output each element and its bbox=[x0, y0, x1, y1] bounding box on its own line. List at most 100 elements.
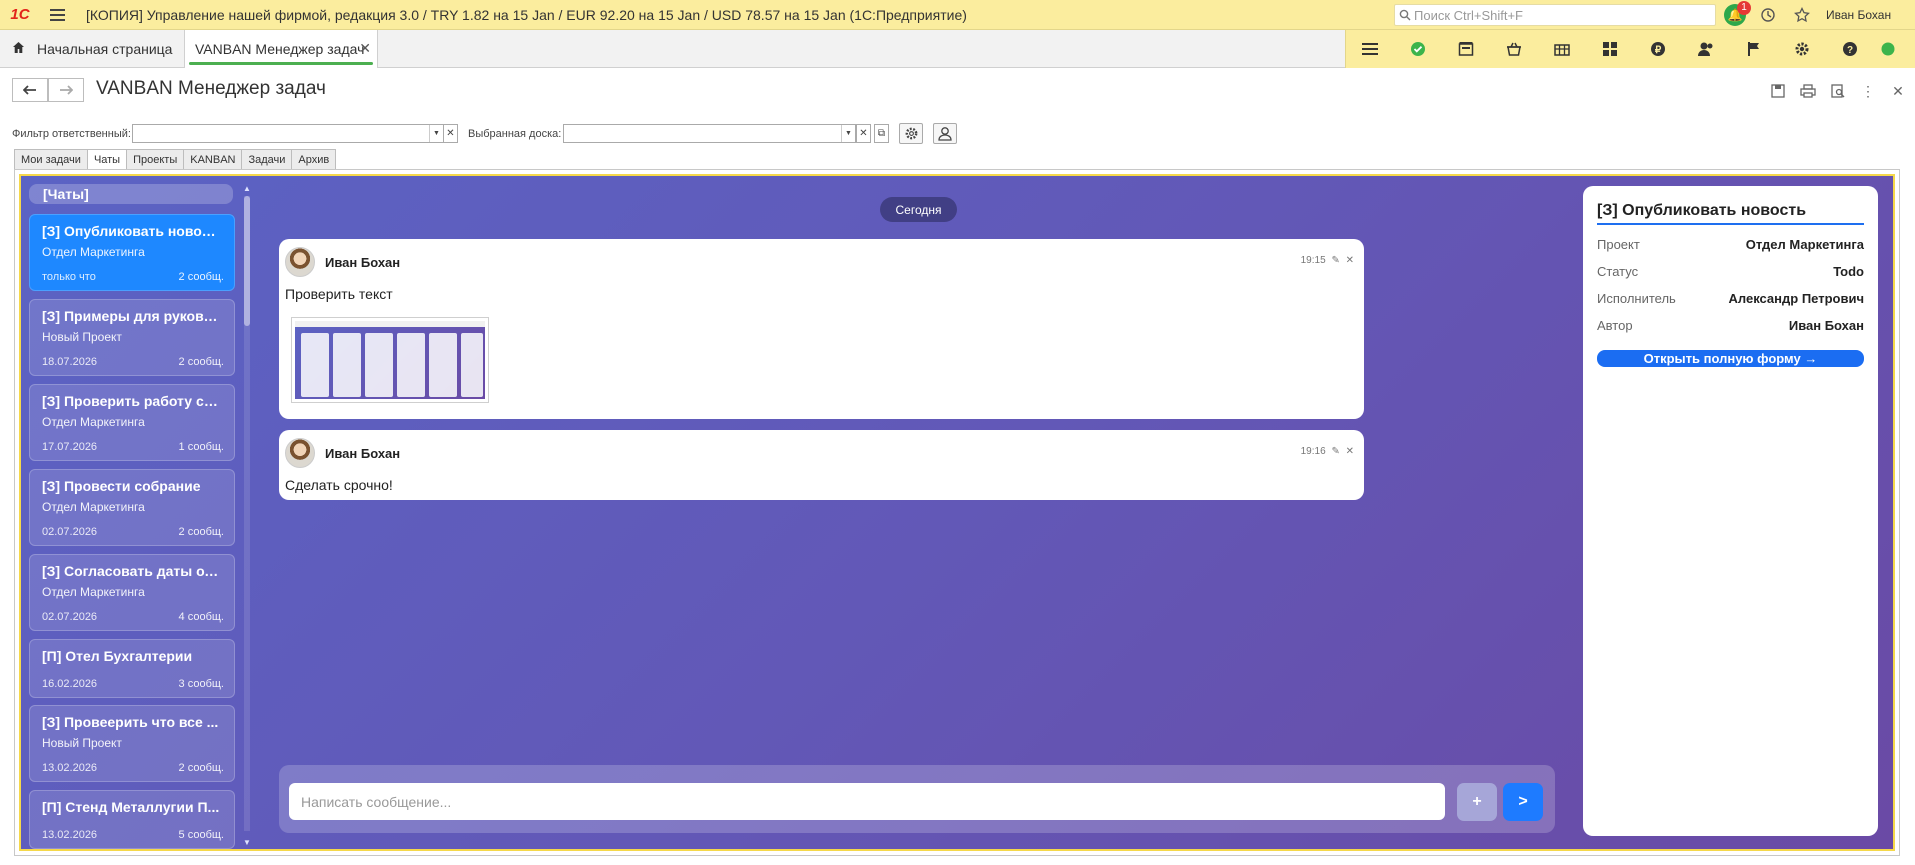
chat-list-item[interactable]: [З] Проверить работу са... Отдел Маркети… bbox=[29, 384, 235, 461]
scrollbar-thumb[interactable] bbox=[244, 196, 250, 326]
open-board-icon[interactable]: ⧉ bbox=[874, 124, 889, 143]
chat-list-item[interactable]: [З] Согласовать даты отп... Отдел Маркет… bbox=[29, 554, 235, 631]
edit-icon[interactable]: ✎ bbox=[1331, 446, 1339, 457]
detail-value: Отдел Маркетинга bbox=[1745, 237, 1864, 252]
close-form-icon[interactable]: ✕ bbox=[1887, 80, 1909, 102]
settings-icon[interactable] bbox=[1778, 30, 1826, 68]
board-settings-button[interactable] bbox=[899, 123, 923, 144]
app-logo: 1C bbox=[10, 6, 30, 23]
chat-item-project: Отдел Маркетинга bbox=[42, 245, 145, 259]
message-time: 19:15 bbox=[1300, 255, 1326, 266]
filter-responsible-field[interactable]: ▼ bbox=[132, 124, 444, 143]
chat-item-date: 17.07.2026 bbox=[42, 441, 98, 453]
delete-icon[interactable]: ✕ bbox=[1346, 446, 1354, 457]
chat-item-date: 02.07.2026 bbox=[42, 611, 98, 623]
day-separator: Сегодня bbox=[880, 197, 957, 222]
message-meta: 19:15 ✎ ✕ bbox=[1301, 255, 1354, 266]
users-icon bbox=[938, 127, 952, 141]
chat-list-item[interactable]: [З] Провеерить что все ... Новый Проект … bbox=[29, 705, 235, 782]
avatar bbox=[285, 247, 315, 277]
message-input[interactable] bbox=[289, 783, 1445, 820]
tab-chats[interactable]: Чаты bbox=[86, 149, 128, 170]
preview-icon[interactable] bbox=[1827, 80, 1849, 102]
staff-icon[interactable] bbox=[1682, 30, 1730, 68]
notifications-button[interactable]: 🔔 1 bbox=[1723, 1, 1751, 26]
tab-tasks[interactable]: Задачи bbox=[241, 149, 293, 169]
message-text: Проверить текст bbox=[285, 286, 393, 302]
task-details-panel: [З] Опубликовать новость Проект Отдел Ма… bbox=[1583, 186, 1878, 836]
message-author: Иван Бохан bbox=[325, 255, 401, 270]
favorites-icon[interactable] bbox=[1790, 4, 1814, 26]
detail-key: Проект bbox=[1597, 237, 1640, 252]
clear-board-icon[interactable]: ✕ bbox=[856, 124, 871, 143]
clear-responsible-icon[interactable]: ✕ bbox=[443, 124, 458, 143]
more-icon[interactable]: ⋮ bbox=[1857, 80, 1879, 102]
attach-button[interactable]: + bbox=[1457, 783, 1497, 821]
chat-list-item[interactable]: [П] Отел Бухгалтерии 16.02.2026 3 сообщ. bbox=[29, 639, 235, 698]
print-icon[interactable] bbox=[1797, 80, 1819, 102]
scroll-down-icon[interactable]: ▼ bbox=[243, 838, 251, 847]
purchases-icon[interactable] bbox=[1538, 30, 1586, 68]
chat-item-date: только что bbox=[42, 271, 96, 283]
tab-archive[interactable]: Архив bbox=[291, 149, 337, 169]
chat-list: [Чаты] [З] Опубликовать новость Отдел Ма… bbox=[29, 184, 239, 849]
chat-item-title: [З] Провеерить что все ... bbox=[42, 714, 219, 730]
flag-icon[interactable] bbox=[1730, 30, 1778, 68]
arrow-left-icon bbox=[23, 85, 36, 95]
delete-icon[interactable]: ✕ bbox=[1346, 255, 1354, 266]
chat-list-item[interactable]: [З] Опубликовать новость Отдел Маркетинг… bbox=[29, 214, 235, 291]
global-search[interactable]: Поиск Ctrl+Shift+F bbox=[1394, 4, 1716, 26]
users-button[interactable] bbox=[933, 123, 957, 144]
open-full-form-button[interactable]: Открыть полную форму → bbox=[1597, 350, 1864, 367]
message-author: Иван Бохан bbox=[325, 446, 401, 461]
edit-icon[interactable]: ✎ bbox=[1331, 255, 1339, 266]
chat-item-title: [З] Опубликовать новость bbox=[42, 223, 222, 239]
send-button[interactable]: > bbox=[1503, 783, 1543, 821]
tab-projects[interactable]: Проекты bbox=[126, 149, 185, 169]
tab-vanban[interactable]: VANBAN Менеджер задач ✕ bbox=[184, 30, 378, 68]
chat-frame: [Чаты] [З] Опубликовать новость Отдел Ма… bbox=[14, 169, 1900, 856]
tab-kanban[interactable]: KANBAN bbox=[183, 149, 243, 169]
tab-vanban-label: VANBAN Менеджер задач bbox=[195, 41, 365, 57]
money-icon[interactable]: ₽ bbox=[1634, 30, 1682, 68]
back-button[interactable] bbox=[12, 78, 48, 102]
chat-item-title: [З] Провести собрание bbox=[42, 478, 201, 494]
chat-item-count: 4 сообщ. bbox=[178, 611, 224, 623]
save-icon[interactable] bbox=[1767, 80, 1789, 102]
tasks-check-icon[interactable] bbox=[1394, 30, 1442, 68]
message-time: 19:16 bbox=[1300, 446, 1326, 457]
history-icon[interactable] bbox=[1756, 4, 1780, 26]
menu-icon[interactable] bbox=[50, 0, 74, 30]
user-name[interactable]: Иван Бохан bbox=[1826, 8, 1891, 22]
chat-item-project: Новый Проект bbox=[42, 330, 122, 344]
detail-key: Исполнитель bbox=[1597, 291, 1676, 306]
chat-list-item[interactable]: [П] Стенд Металлугии П... 13.02.2026 5 с… bbox=[29, 790, 235, 849]
selected-board-field[interactable]: ▼ bbox=[563, 124, 856, 143]
scroll-up-icon[interactable]: ▲ bbox=[243, 184, 251, 193]
warehouse-icon[interactable] bbox=[1586, 30, 1634, 68]
help-icon[interactable]: ? bbox=[1826, 30, 1874, 68]
forward-button[interactable] bbox=[48, 78, 84, 102]
tab-home[interactable]: Начальная страница bbox=[0, 30, 184, 68]
tab-my-tasks[interactable]: Мои задачи bbox=[14, 149, 88, 169]
chat-item-project: Новый Проект bbox=[42, 736, 122, 750]
image-attachment[interactable] bbox=[291, 317, 489, 403]
chat-item-title: [З] Примеры для руково... bbox=[42, 308, 222, 324]
chat-item-count: 1 сообщ. bbox=[178, 441, 224, 453]
extensions-icon[interactable] bbox=[1874, 30, 1902, 68]
close-tab-icon[interactable]: ✕ bbox=[359, 40, 371, 57]
chat-list-item[interactable]: [З] Примеры для руково... Новый Проект 1… bbox=[29, 299, 235, 376]
chat-list-scrollbar[interactable]: ▲ ▼ bbox=[243, 184, 251, 847]
chat-item-project: Отдел Маркетинга bbox=[42, 585, 145, 599]
detail-key: Статус bbox=[1597, 264, 1639, 279]
dropdown-icon[interactable]: ▼ bbox=[429, 125, 443, 142]
chat-item-project: Отдел Маркетинга bbox=[42, 500, 145, 514]
sales-icon[interactable] bbox=[1490, 30, 1538, 68]
notifications-badge: 1 bbox=[1737, 1, 1751, 15]
dropdown-icon[interactable]: ▼ bbox=[841, 125, 855, 142]
message-card: Иван Бохан 19:15 ✎ ✕ Проверить текст bbox=[279, 239, 1364, 419]
chat-area: [Чаты] [З] Опубликовать новость Отдел Ма… bbox=[21, 176, 1893, 849]
sections-menu-icon[interactable] bbox=[1346, 30, 1394, 68]
chat-list-item[interactable]: [З] Провести собрание Отдел Маркетинга 0… bbox=[29, 469, 235, 546]
crm-icon[interactable] bbox=[1442, 30, 1490, 68]
